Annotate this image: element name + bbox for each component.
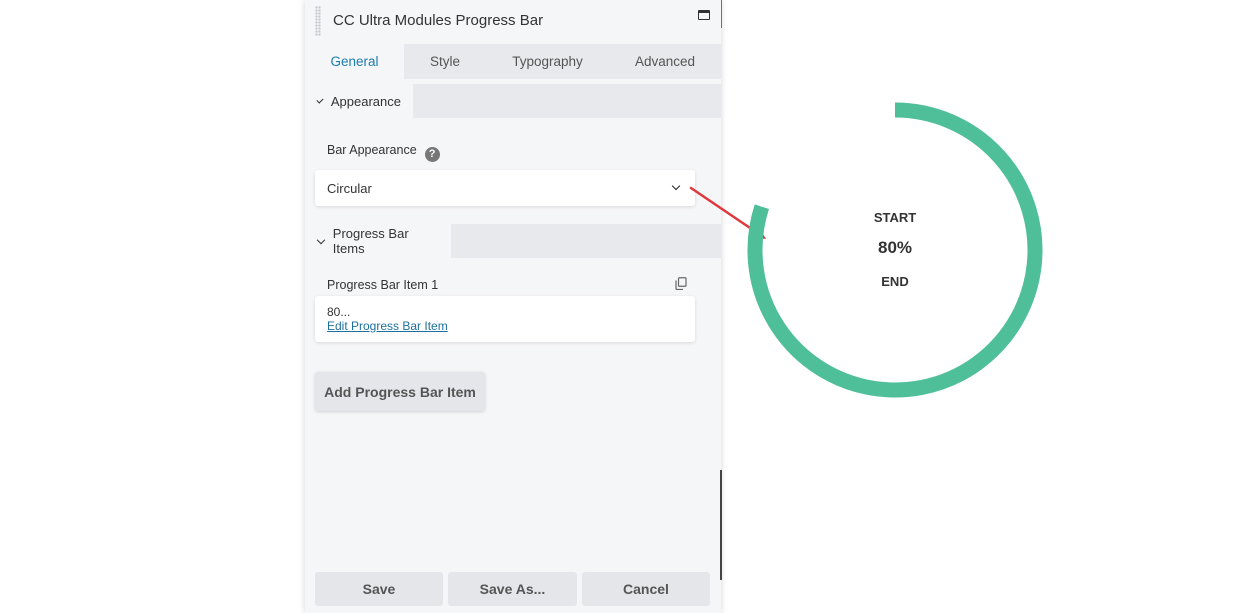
bar-appearance-select[interactable]: Circular bbox=[315, 170, 695, 206]
items-section-bar: Progress Bar Items bbox=[305, 224, 721, 258]
chevron-down-icon bbox=[671, 181, 681, 191]
add-item-button[interactable]: Add Progress Bar Item bbox=[315, 372, 485, 411]
bar-appearance-value: Circular bbox=[327, 180, 372, 196]
tab-bar: General Style Typography Advanced bbox=[305, 44, 721, 79]
chevron-down-icon bbox=[316, 235, 326, 244]
progress-bar-item-card: 80... Edit Progress Bar Item bbox=[315, 296, 695, 342]
panel-title: CC Ultra Modules Progress Bar bbox=[333, 12, 544, 29]
start-label: START bbox=[873, 210, 917, 225]
save-as-button[interactable]: Save As... bbox=[448, 572, 577, 606]
bar-appearance-label-text: Bar Appearance bbox=[327, 143, 417, 157]
edit-item-link[interactable]: Edit Progress Bar Item bbox=[327, 319, 683, 333]
end-label: END bbox=[881, 274, 909, 289]
items-section-toggle[interactable]: Progress Bar Items bbox=[305, 224, 451, 258]
panel-scroll-edge bbox=[720, 470, 722, 580]
value-label: 80% bbox=[877, 238, 913, 257]
maximize-icon[interactable] bbox=[698, 10, 710, 20]
appearance-section-toggle[interactable]: Appearance bbox=[305, 84, 413, 118]
items-section-label: Progress Bar Items bbox=[332, 226, 409, 256]
bar-appearance-label: Bar Appearance? bbox=[327, 143, 440, 162]
tab-style[interactable]: Style bbox=[404, 44, 486, 79]
chevron-down-icon bbox=[316, 96, 324, 103]
save-button[interactable]: Save bbox=[315, 572, 443, 606]
appearance-section-label: Appearance bbox=[330, 93, 401, 109]
panel-header: CC Ultra Modules Progress Bar bbox=[305, 0, 721, 44]
help-icon[interactable]: ? bbox=[424, 147, 440, 162]
item-title: Progress Bar Item 1 bbox=[327, 278, 439, 292]
appearance-section-bar: Appearance bbox=[305, 84, 721, 118]
item-preview-text: 80... bbox=[327, 305, 351, 319]
tab-general[interactable]: General bbox=[305, 44, 404, 79]
cancel-button[interactable]: Cancel bbox=[582, 572, 710, 606]
circular-progress-preview: START 80% END bbox=[740, 95, 1050, 405]
drag-handle-icon[interactable] bbox=[315, 6, 321, 36]
tab-advanced[interactable]: Advanced bbox=[609, 44, 721, 79]
copy-icon[interactable] bbox=[675, 277, 687, 290]
tab-typography[interactable]: Typography bbox=[486, 44, 609, 79]
settings-panel: CC Ultra Modules Progress Bar General St… bbox=[305, 0, 722, 613]
